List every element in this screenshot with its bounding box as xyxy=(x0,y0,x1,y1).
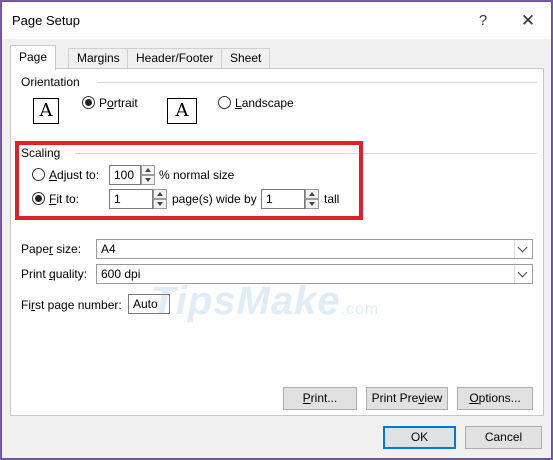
help-button[interactable]: ? xyxy=(472,10,494,32)
adjust-to-input[interactable]: 100 xyxy=(109,165,141,185)
scaling-group-label: Scaling xyxy=(21,146,65,160)
fit-to-label[interactable]: Fit to: xyxy=(49,192,79,206)
landscape-radio[interactable] xyxy=(218,96,231,109)
paper-size-select[interactable]: A4 xyxy=(96,239,533,259)
chevron-down-icon[interactable] xyxy=(514,240,532,258)
adjust-to-spin-up[interactable] xyxy=(141,165,155,175)
print-preview-button[interactable]: Print Preview xyxy=(366,387,448,410)
adjust-to-radio[interactable] xyxy=(32,168,45,181)
ok-button[interactable]: OK xyxy=(383,426,456,449)
portrait-radio[interactable] xyxy=(82,96,95,109)
fit-wide-spin-down[interactable] xyxy=(153,199,167,209)
fit-wide-spinner xyxy=(153,189,167,209)
fit-tall-input[interactable]: 1 xyxy=(261,189,305,209)
first-page-number-label: First page number: xyxy=(21,298,122,312)
fit-tall-spin-down[interactable] xyxy=(305,199,319,209)
print-quality-label: Print quality: xyxy=(21,267,88,281)
paper-size-value: A4 xyxy=(101,242,116,256)
adjust-to-spinner xyxy=(141,165,155,185)
print-button[interactable]: Print... xyxy=(283,387,357,410)
tab-margins[interactable]: Margins xyxy=(68,48,129,69)
scaling-separator xyxy=(75,153,537,154)
dialog-title: Page Setup xyxy=(12,13,80,28)
landscape-page-icon: A xyxy=(167,98,197,124)
fit-wide-spin-up[interactable] xyxy=(153,189,167,199)
print-quality-value: 600 dpi xyxy=(101,267,141,281)
fit-tall-spin-up[interactable] xyxy=(305,189,319,199)
fit-tall-spinner xyxy=(305,189,319,209)
adjust-to-label[interactable]: Adjust to: xyxy=(49,168,99,182)
landscape-label[interactable]: Landscape xyxy=(235,96,294,110)
paper-size-label: Paper size: xyxy=(21,242,82,256)
portrait-label[interactable]: Portrait xyxy=(99,96,138,110)
portrait-page-icon: A xyxy=(33,98,59,124)
title-bar: Page Setup ? ✕ xyxy=(2,2,551,39)
adjust-to-spin-down[interactable] xyxy=(141,175,155,185)
tab-page[interactable]: Page xyxy=(10,45,57,70)
normal-size-label: % normal size xyxy=(159,168,235,182)
tab-sheet[interactable]: Sheet xyxy=(221,48,271,69)
pages-wide-label: page(s) wide by xyxy=(172,192,257,206)
tab-header-footer[interactable]: Header/Footer xyxy=(127,48,223,69)
tall-label: tall xyxy=(324,192,340,206)
page-tab-panel: Orientation A Portrait A Landscape Scali… xyxy=(10,68,544,416)
page-setup-dialog: Page Setup ? ✕ Page Margins Header/Foote… xyxy=(1,1,552,459)
watermark-logo: TipsMake.com xyxy=(151,279,380,323)
fit-to-radio[interactable] xyxy=(32,192,45,205)
fit-wide-input[interactable]: 1 xyxy=(109,189,153,209)
options-button[interactable]: Options... xyxy=(457,387,533,410)
chevron-down-icon[interactable] xyxy=(514,265,532,283)
cancel-button[interactable]: Cancel xyxy=(465,426,542,449)
orientation-separator xyxy=(97,82,537,83)
orientation-group-label: Orientation xyxy=(21,75,84,89)
close-button[interactable]: ✕ xyxy=(517,10,539,32)
